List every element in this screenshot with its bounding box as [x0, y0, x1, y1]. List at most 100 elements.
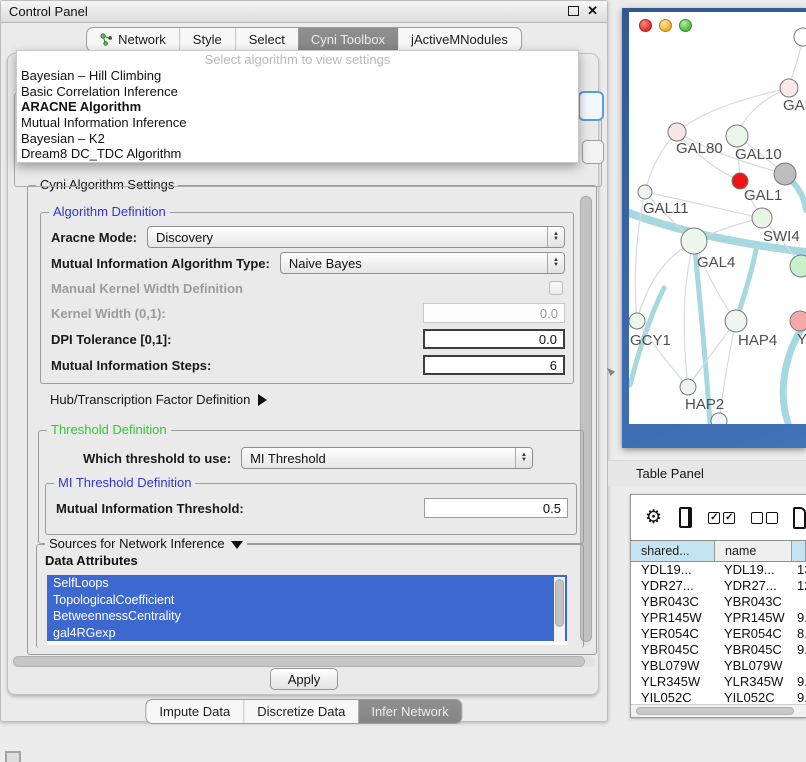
column-header[interactable] — [792, 541, 806, 561]
hub-transcription-section[interactable]: Hub/Transcription Factor Definition — [50, 392, 267, 407]
manual-kernel-checkbox[interactable] — [549, 281, 563, 295]
manual-kernel-row: Manual Kernel Width Definition — [51, 277, 565, 299]
settings-horizontal-scrollbar[interactable] — [11, 656, 595, 667]
column-header[interactable]: name — [715, 541, 792, 561]
network-node-label: GAL — [783, 97, 806, 114]
mi-type-select[interactable]: Naive Bayes ▲▼ — [280, 252, 565, 274]
network-node-hap4[interactable] — [725, 310, 747, 332]
expanded-arrow-icon[interactable] — [231, 541, 243, 549]
collapsed-arrow-icon[interactable] — [258, 394, 267, 406]
network-node-hap2[interactable] — [680, 379, 696, 395]
sources-group-title[interactable]: Sources for Network Inference — [45, 536, 247, 551]
table-row[interactable]: YBR045CYBR045C9. — [631, 642, 806, 658]
table-panel-title: Table Panel — [608, 466, 704, 481]
network-node[interactable] — [794, 28, 806, 46]
algorithm-item[interactable]: Bayesian – Hill Climbing — [17, 68, 578, 84]
network-view-window[interactable]: GALGAL80GAL10GAL11GAL1SWI4GAL4GCY1HAP4YH… — [622, 8, 806, 448]
attribute-item-selected[interactable]: TopologicalCoefficient — [47, 592, 567, 609]
network-edge[interactable] — [645, 132, 677, 192]
attributes-scroll-thumb[interactable] — [555, 579, 564, 627]
tab-style[interactable]: Style — [179, 28, 235, 51]
network-edge[interactable] — [637, 241, 694, 321]
new-table-icon[interactable] — [793, 507, 806, 529]
network-node[interactable] — [711, 413, 727, 424]
network-canvas[interactable]: GALGAL80GAL10GAL11GAL1SWI4GAL4GCY1HAP4YH… — [629, 12, 806, 424]
tab-network[interactable]: Network — [87, 28, 179, 51]
collapsed-panel-icon[interactable] — [5, 751, 21, 762]
spinner-arrows-icon: ▲▼ — [547, 227, 564, 247]
table-panel-bar: Table Panel — [608, 460, 806, 486]
algorithm-item[interactable]: ARACNE Algorithm — [17, 99, 578, 115]
float-window-icon[interactable] — [568, 6, 579, 16]
network-node-gal[interactable] — [780, 79, 798, 97]
column-header[interactable]: shared... — [631, 541, 715, 561]
kernel-width-field[interactable]: 0.0 — [423, 303, 565, 323]
cyni-algorithm-settings-group: Cyni Algorithm Settings Algorithm Defini… — [27, 185, 597, 655]
tab-discretize-data[interactable]: Discretize Data — [243, 700, 358, 723]
tab-cyni-toolbox[interactable]: Cyni Toolbox — [298, 28, 398, 51]
columns-icon[interactable] — [679, 507, 692, 528]
network-node-gal4[interactable] — [681, 228, 707, 254]
zoom-traffic-icon[interactable] — [679, 19, 692, 32]
table-row[interactable]: YDL19...YDL19...13 — [631, 562, 806, 578]
network-edge[interactable] — [637, 321, 688, 387]
tab-label: Discretize Data — [257, 704, 345, 719]
data-attributes-label: Data Attributes — [45, 553, 138, 568]
attribute-item-selected[interactable]: gal4RGexp — [47, 625, 567, 642]
table-cell: 9. — [792, 610, 806, 626]
close-icon[interactable]: ✕ — [587, 4, 598, 18]
aracne-mode-value: Discovery — [156, 230, 213, 245]
which-threshold-select[interactable]: MI Threshold ▲▼ — [241, 447, 533, 469]
table-hscroll-thumb[interactable] — [636, 707, 794, 715]
network-node-gal80[interactable] — [668, 123, 686, 141]
network-node-swi4[interactable] — [790, 255, 806, 277]
attributes-list-scrollbar[interactable] — [554, 577, 565, 641]
algorithm-item[interactable]: Mutual Information Inference — [17, 115, 578, 131]
attribute-item-selected[interactable]: SelfLoops — [47, 575, 567, 592]
table-row[interactable]: YPR145WYPR145W9. — [631, 610, 806, 626]
tab-infer-network[interactable]: Infer Network — [358, 700, 461, 723]
algorithm-item[interactable]: Bayesian – K2 — [17, 131, 578, 147]
table-row[interactable]: YDR27...YDR27...12 — [631, 578, 806, 594]
gear-icon[interactable]: ⚙ — [645, 508, 662, 528]
close-traffic-icon[interactable] — [639, 19, 652, 32]
table-row[interactable]: YBL079WYBL079W — [631, 658, 806, 674]
aracne-mode-select[interactable]: Discovery ▲▼ — [147, 226, 565, 248]
network-node-gal11[interactable] — [638, 185, 652, 199]
algorithm-item[interactable]: Dream8 DC_TDC Algorithm — [17, 146, 578, 162]
table-cell: YBL079W — [715, 658, 792, 674]
tab-jactivemnodules[interactable]: jActiveMNodules — [398, 28, 521, 51]
network-edge[interactable] — [684, 241, 694, 387]
network-node-gcy1[interactable] — [629, 313, 645, 329]
dpi-tolerance-field[interactable]: 0.0 — [423, 329, 565, 349]
apply-button[interactable]: Apply — [270, 668, 338, 690]
network-edge[interactable] — [688, 321, 736, 387]
network-node-y[interactable] — [790, 311, 806, 331]
table-cell: YER054C — [715, 626, 792, 642]
settings-hscroll-thumb[interactable] — [13, 656, 585, 667]
network-node-gal10[interactable] — [726, 125, 748, 147]
network-node[interactable] — [774, 163, 796, 185]
table-horizontal-scrollbar[interactable] — [631, 704, 806, 717]
minimize-traffic-icon[interactable] — [659, 19, 672, 32]
select-all-icon[interactable]: ✓ ✓ — [708, 512, 735, 524]
deselect-all-icon[interactable] — [751, 512, 778, 524]
unchecked-checkbox-icon — [751, 512, 763, 524]
table-cell: 9. — [792, 642, 806, 658]
data-combobox-fragment[interactable] — [582, 140, 604, 164]
table-row[interactable]: YLR345WYLR345W9. — [631, 674, 806, 690]
tab-impute-data[interactable]: Impute Data — [146, 700, 243, 723]
network-node-gal1[interactable] — [752, 208, 772, 228]
mi-steps-field[interactable]: 6 — [423, 355, 565, 375]
table-row[interactable]: YER054CYER054C8. — [631, 626, 806, 642]
tab-select[interactable]: Select — [235, 28, 298, 51]
data-attributes-list[interactable]: SelfLoopsTopologicalCoefficientBetweenne… — [47, 575, 567, 645]
network-graph[interactable]: GALGAL80GAL10GAL11GAL1SWI4GAL4GCY1HAP4YH… — [629, 12, 806, 424]
mi-threshold-field[interactable]: 0.5 — [424, 498, 568, 518]
attribute-item-selected[interactable]: BetweennessCentrality — [47, 608, 567, 625]
algorithm-combobox-fragment[interactable] — [578, 91, 604, 121]
table-cell — [792, 594, 806, 610]
table-row[interactable]: YBR043CYBR043C — [631, 594, 806, 610]
threshold-definition-title: Threshold Definition — [47, 422, 171, 437]
algorithm-item[interactable]: Basic Correlation Inference — [17, 84, 578, 100]
